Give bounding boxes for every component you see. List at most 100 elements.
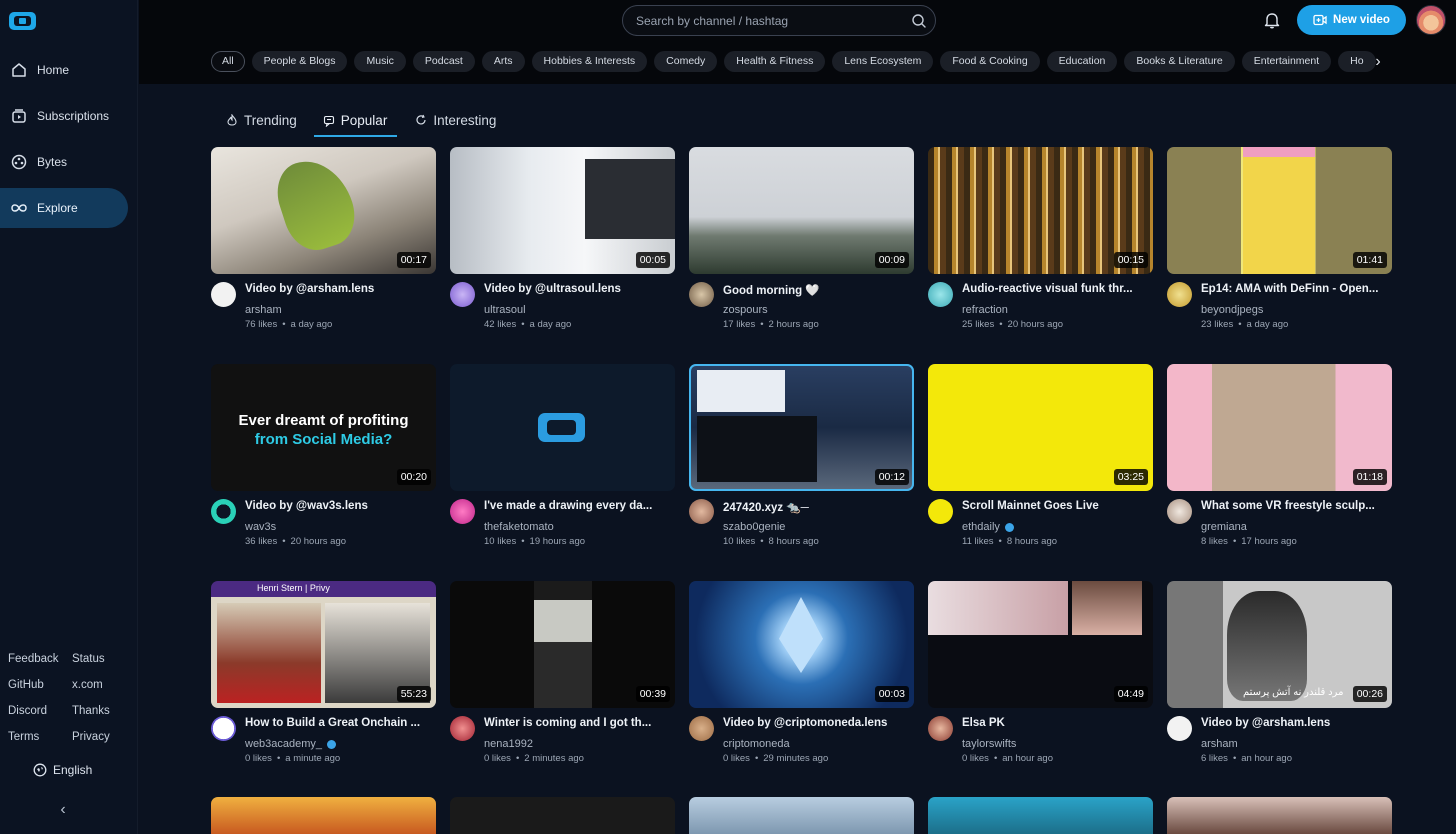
video-card[interactable]: Ever dreamt of profiting from Social Med… [211,364,436,581]
video-card[interactable]: 00:12 247420.xyz 🐀─ szabo0genie 10 likes… [689,364,914,581]
channel-avatar[interactable] [689,716,714,741]
channel-name[interactable]: ethdaily [962,521,1014,533]
channel-avatar[interactable] [1167,282,1192,307]
video-thumbnail[interactable]: 04:49 [928,581,1153,708]
channel-avatar[interactable] [689,499,714,524]
channel-name[interactable]: web3academy_ [245,738,337,750]
footer-link-privacy[interactable]: Privacy [72,728,132,746]
video-title[interactable]: How to Build a Great Onchain ... [245,717,435,729]
channel-avatar[interactable] [689,282,714,307]
video-thumbnail[interactable] [450,797,675,834]
video-thumbnail[interactable]: 00:12 [689,364,914,491]
video-card[interactable]: 00:39 Winter is coming and I got th... n… [450,581,675,798]
video-thumbnail[interactable]: 00:15 [928,147,1153,274]
video-thumbnail[interactable]: Ever dreamt of profiting from Social Med… [211,364,436,491]
video-title[interactable]: Winter is coming and I got th... [484,717,674,729]
video-title[interactable]: Good morning 🤍 [723,283,913,297]
video-title[interactable]: Video by @arsham.lens [245,283,435,295]
video-title[interactable]: I've made a drawing every da... [484,500,674,512]
notifications-bell-icon[interactable] [1263,10,1281,30]
footer-link-feedback[interactable]: Feedback [8,650,72,668]
channel-avatar[interactable] [211,282,236,307]
channel-name[interactable]: wav3s [245,521,276,533]
footer-link-terms[interactable]: Terms [8,728,72,746]
chip-books-literature[interactable]: Books & Literature [1124,51,1235,72]
channel-name[interactable]: nena1992 [484,738,533,750]
video-thumbnail[interactable] [689,797,914,834]
channel-avatar[interactable] [928,282,953,307]
video-card[interactable]: 00:17 Video by @arsham.lens arsham 76 li… [211,147,436,364]
video-card[interactable]: 01:41 Ep14: AMA with DeFinn - Open... be… [1167,147,1392,364]
video-title[interactable]: Video by @arsham.lens [1201,717,1391,729]
channel-name[interactable]: ultrasoul [484,304,526,316]
chip-health-fitness[interactable]: Health & Fitness [724,51,826,72]
channel-name[interactable]: szabo0genie [723,521,785,533]
channel-name[interactable]: criptomoneda [723,738,790,750]
video-card[interactable]: مرد قلندر نه آتش پرستم 00:26 Video by @ar… [1167,581,1392,798]
chip-comedy[interactable]: Comedy [654,51,718,72]
channel-name[interactable]: arsham [245,304,282,316]
tab-interesting[interactable]: Interesting [413,106,506,134]
footer-link-github[interactable]: GitHub [8,676,72,694]
channel-name[interactable]: taylorswifts [962,738,1016,750]
video-card[interactable]: I've made a drawing every da... thefaket… [450,364,675,581]
video-thumbnail[interactable]: 03:25 [928,364,1153,491]
sidebar-item-home[interactable]: Home [0,50,128,90]
video-title[interactable]: 247420.xyz 🐀─ [723,500,913,514]
video-title[interactable]: Elsa PK [962,717,1152,729]
video-thumbnail[interactable]: 00:05 [450,147,675,274]
new-video-button[interactable]: New video [1297,5,1406,35]
footer-link-status[interactable]: Status [72,650,132,668]
video-title[interactable]: Video by @ultrasoul.lens [484,283,674,295]
chevron-right-icon[interactable]: › [1370,51,1386,72]
video-thumbnail[interactable] [211,797,436,834]
sidebar-item-explore[interactable]: Explore [0,188,128,228]
video-card[interactable]: Henri Stern | Privy 55:23 How to Build a… [211,581,436,798]
video-card[interactable]: 03:25 Scroll Mainnet Goes Live ethdaily … [928,364,1153,581]
video-title[interactable]: What some VR freestyle sculp... [1201,500,1391,512]
sidebar-item-bytes[interactable]: Bytes [0,142,128,182]
footer-link-x[interactable]: x.com [72,676,132,694]
video-card[interactable]: 00:15 Audio-reactive visual funk thr... … [928,147,1153,364]
channel-avatar[interactable] [450,499,475,524]
search-icon[interactable] [911,13,927,29]
chip-music[interactable]: Music [354,51,406,72]
video-thumbnail[interactable]: Henri Stern | Privy 55:23 [211,581,436,708]
channel-name[interactable]: gremiana [1201,521,1247,533]
chip-hobbies[interactable]: Hobbies & Interests [531,51,648,72]
video-thumbnail[interactable]: مرد قلندر نه آتش پرستم 00:26 [1167,581,1392,708]
chip-all[interactable]: All [211,51,245,72]
video-title[interactable]: Ep14: AMA with DeFinn - Open... [1201,283,1391,295]
chip-podcast[interactable]: Podcast [412,51,475,72]
logo-icon[interactable] [9,12,36,30]
sidebar-item-subscriptions[interactable]: Subscriptions [0,96,128,136]
chip-lens-ecosystem[interactable]: Lens Ecosystem [832,51,934,72]
channel-name[interactable]: zospours [723,304,768,316]
video-thumbnail[interactable] [450,364,675,491]
video-card[interactable]: 00:05 Video by @ultrasoul.lens ultrasoul… [450,147,675,364]
video-thumbnail[interactable]: 00:09 [689,147,914,274]
search-input[interactable] [636,6,906,35]
channel-name[interactable]: refraction [962,304,1008,316]
video-card[interactable]: 04:49 Elsa PK taylorswifts 0 likes • an ho… [928,581,1153,798]
chip-people-blogs[interactable]: People & Blogs [251,51,348,72]
chip-education[interactable]: Education [1046,51,1118,72]
video-title[interactable]: Video by @wav3s.lens [245,500,435,512]
channel-avatar[interactable] [1167,499,1192,524]
tab-trending[interactable]: Trending [224,106,307,134]
video-thumbnail[interactable] [1167,797,1392,834]
chip-entertainment[interactable]: Entertainment [1241,51,1332,72]
video-thumbnail[interactable]: 00:03 [689,581,914,708]
chip-arts[interactable]: Arts [481,51,525,72]
channel-avatar[interactable] [928,499,953,524]
video-thumbnail[interactable] [928,797,1153,834]
video-thumbnail[interactable]: 01:18 [1167,364,1392,491]
channel-avatar[interactable] [450,282,475,307]
video-card[interactable]: 01:18 What some VR freestyle sculp... gr… [1167,364,1392,581]
video-thumbnail[interactable]: 00:17 [211,147,436,274]
footer-link-discord[interactable]: Discord [8,702,72,720]
video-card[interactable]: 00:03 Video by @criptomoneda.lens cripto… [689,581,914,798]
video-card[interactable]: 00:09 Good morning 🤍 zospours 17 likes • 2… [689,147,914,364]
channel-name[interactable]: beyondjpegs [1201,304,1263,316]
channel-name[interactable]: thefaketomato [484,521,554,533]
